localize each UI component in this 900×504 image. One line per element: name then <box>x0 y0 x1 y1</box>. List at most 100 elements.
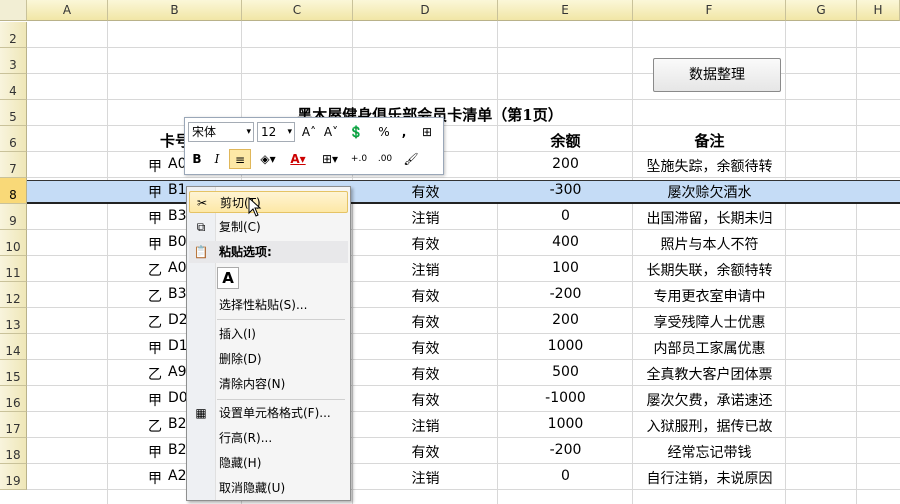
cell-member-prefix[interactable]: 乙 <box>148 364 164 384</box>
spreadsheet-grid[interactable]: ABCDEFGH 2 3 4 5 6 7 8 9 10 11 12 13 14 15 16 17 18 19 数据… <box>0 0 900 504</box>
cell-status[interactable]: 有效 <box>353 182 498 202</box>
menu-item-cut[interactable]: ✂ 剪切(T) <box>189 191 348 213</box>
cell-member-prefix[interactable]: 甲 <box>148 156 164 176</box>
increase-decimal-icon[interactable]: +.0 <box>347 149 371 169</box>
cell-balance[interactable]: -200 <box>498 442 633 462</box>
font-name-select[interactable]: 宋体 ▾ <box>188 122 254 142</box>
cell-remark[interactable]: 全真教大客户团体票 <box>633 364 786 384</box>
menu-item-insert[interactable]: 插入(I) <box>189 323 348 345</box>
cell-remark[interactable]: 照片与本人不符 <box>633 234 786 254</box>
row-header-9[interactable]: 9 <box>0 204 27 230</box>
row-header-3[interactable]: 3 <box>0 48 27 74</box>
column-header-D[interactable]: D <box>353 0 498 21</box>
cell-member-prefix[interactable]: 乙 <box>148 260 164 280</box>
currency-icon[interactable]: 💲 <box>343 122 369 142</box>
cell-balance[interactable]: 200 <box>498 156 633 176</box>
row-header-4[interactable]: 4 <box>0 74 27 100</box>
cell-member-prefix[interactable]: 甲 <box>148 182 164 202</box>
cell-member-prefix[interactable]: 甲 <box>148 468 164 488</box>
menu-item-copy[interactable]: ⧉ 复制(C) <box>189 216 348 238</box>
decrease-decimal-icon[interactable]: .00 <box>373 149 397 169</box>
cell-status[interactable]: 有效 <box>353 286 498 306</box>
row-header-12[interactable]: 12 <box>0 282 27 308</box>
row-header-10[interactable]: 10 <box>0 230 27 256</box>
comma-style-icon[interactable]: , <box>397 122 411 142</box>
row-header-13[interactable]: 13 <box>0 308 27 334</box>
cell-balance[interactable]: 100 <box>498 260 633 280</box>
row-header-11[interactable]: 11 <box>0 256 27 282</box>
font-size-select[interactable]: 12 ▾ <box>257 122 295 142</box>
header-remark[interactable]: 备注 <box>633 130 786 152</box>
paste-option-button[interactable]: A <box>217 267 239 289</box>
cell-member-prefix[interactable]: 甲 <box>148 442 164 462</box>
cell-status[interactable]: 有效 <box>353 364 498 384</box>
column-header-C[interactable]: C <box>242 0 353 21</box>
cell-remark[interactable]: 屡次欠费，承诺速还 <box>633 390 786 410</box>
cell-member-prefix[interactable]: 甲 <box>148 208 164 228</box>
cell-remark[interactable]: 经常忘记带钱 <box>633 442 786 462</box>
row-header-6[interactable]: 6 <box>0 126 27 152</box>
cell-status[interactable]: 注销 <box>353 208 498 228</box>
merge-center-icon[interactable]: ⊞ <box>417 122 437 142</box>
cell-member-prefix[interactable]: 乙 <box>148 286 164 306</box>
cell-remark[interactable]: 屡次赊欠酒水 <box>633 182 786 202</box>
bold-icon[interactable]: B <box>189 149 205 169</box>
cell-member-prefix[interactable]: 乙 <box>148 312 164 332</box>
column-header-H[interactable]: H <box>857 0 900 21</box>
column-header-G[interactable]: G <box>786 0 857 21</box>
cell-remark[interactable]: 自行注销，未说原因 <box>633 468 786 488</box>
cell-remark[interactable]: 专用更衣室申请中 <box>633 286 786 306</box>
shrink-font-icon[interactable]: A˅ <box>321 122 341 142</box>
cell-balance[interactable]: 500 <box>498 364 633 384</box>
cell-remark[interactable]: 内部员工家属优惠 <box>633 338 786 358</box>
cell-remark[interactable]: 入狱服刑，据传已故 <box>633 416 786 436</box>
menu-item-delete[interactable]: 删除(D) <box>189 348 348 370</box>
row-header-19[interactable]: 19 <box>0 464 27 490</box>
cell-member-prefix[interactable]: 甲 <box>148 338 164 358</box>
cell-balance[interactable]: 1000 <box>498 338 633 358</box>
cell-remark[interactable]: 出国滞留，长期未归 <box>633 208 786 228</box>
cell-remark[interactable]: 坠施失踪，余额待转 <box>633 156 786 176</box>
font-color-icon[interactable]: A▾ <box>285 149 311 169</box>
cell-balance[interactable]: 200 <box>498 312 633 332</box>
cell-status[interactable]: 有效 <box>353 338 498 358</box>
menu-item-format-cells[interactable]: ▦ 设置单元格格式(F)... <box>189 402 348 424</box>
row-header-18[interactable]: 18 <box>0 438 27 464</box>
italic-icon[interactable]: I <box>209 149 225 169</box>
cell-balance[interactable]: -1000 <box>498 390 633 410</box>
cell-remark[interactable]: 长期失联，余额特转 <box>633 260 786 280</box>
cell-status[interactable]: 有效 <box>353 390 498 410</box>
cell-status[interactable]: 有效 <box>353 234 498 254</box>
cell-member-prefix[interactable]: 乙 <box>148 416 164 436</box>
column-header-B[interactable]: B <box>108 0 242 21</box>
menu-item-row-height[interactable]: 行高(R)... <box>189 427 348 449</box>
cell-member-prefix[interactable]: 甲 <box>148 390 164 410</box>
cell-remark[interactable]: 享受残障人士优惠 <box>633 312 786 332</box>
select-all-corner[interactable] <box>0 0 27 21</box>
cell-status[interactable]: 有效 <box>353 312 498 332</box>
cell-status[interactable]: 注销 <box>353 260 498 280</box>
cell-member-prefix[interactable]: 甲 <box>148 234 164 254</box>
menu-item-paste-special[interactable]: 选择性粘贴(S)... <box>189 294 348 316</box>
cell-balance[interactable]: 1000 <box>498 416 633 436</box>
cell-balance[interactable]: -200 <box>498 286 633 306</box>
row-header-15[interactable]: 15 <box>0 360 27 386</box>
format-painter-icon[interactable]: 🖌 <box>401 149 421 169</box>
header-balance[interactable]: 余额 <box>498 130 633 152</box>
cell-status[interactable]: 注销 <box>353 468 498 488</box>
column-header-E[interactable]: E <box>498 0 633 21</box>
cell-balance[interactable]: -300 <box>498 182 633 202</box>
menu-item-unhide[interactable]: 取消隐藏(U) <box>189 477 348 499</box>
percent-icon[interactable]: % <box>375 122 393 142</box>
cell-status[interactable]: 有效 <box>353 442 498 462</box>
data-organize-button[interactable]: 数据整理 <box>653 58 781 92</box>
row-header-5[interactable]: 5 <box>0 100 27 126</box>
menu-item-clear-contents[interactable]: 清除内容(N) <box>189 373 348 395</box>
row-header-14[interactable]: 14 <box>0 334 27 360</box>
column-header-A[interactable]: A <box>27 0 108 21</box>
row-header-17[interactable]: 17 <box>0 412 27 438</box>
cell-balance[interactable]: 0 <box>498 208 633 228</box>
grow-font-icon[interactable]: A˄ <box>299 122 319 142</box>
cell-balance[interactable]: 400 <box>498 234 633 254</box>
row-header-2[interactable]: 2 <box>0 22 27 48</box>
